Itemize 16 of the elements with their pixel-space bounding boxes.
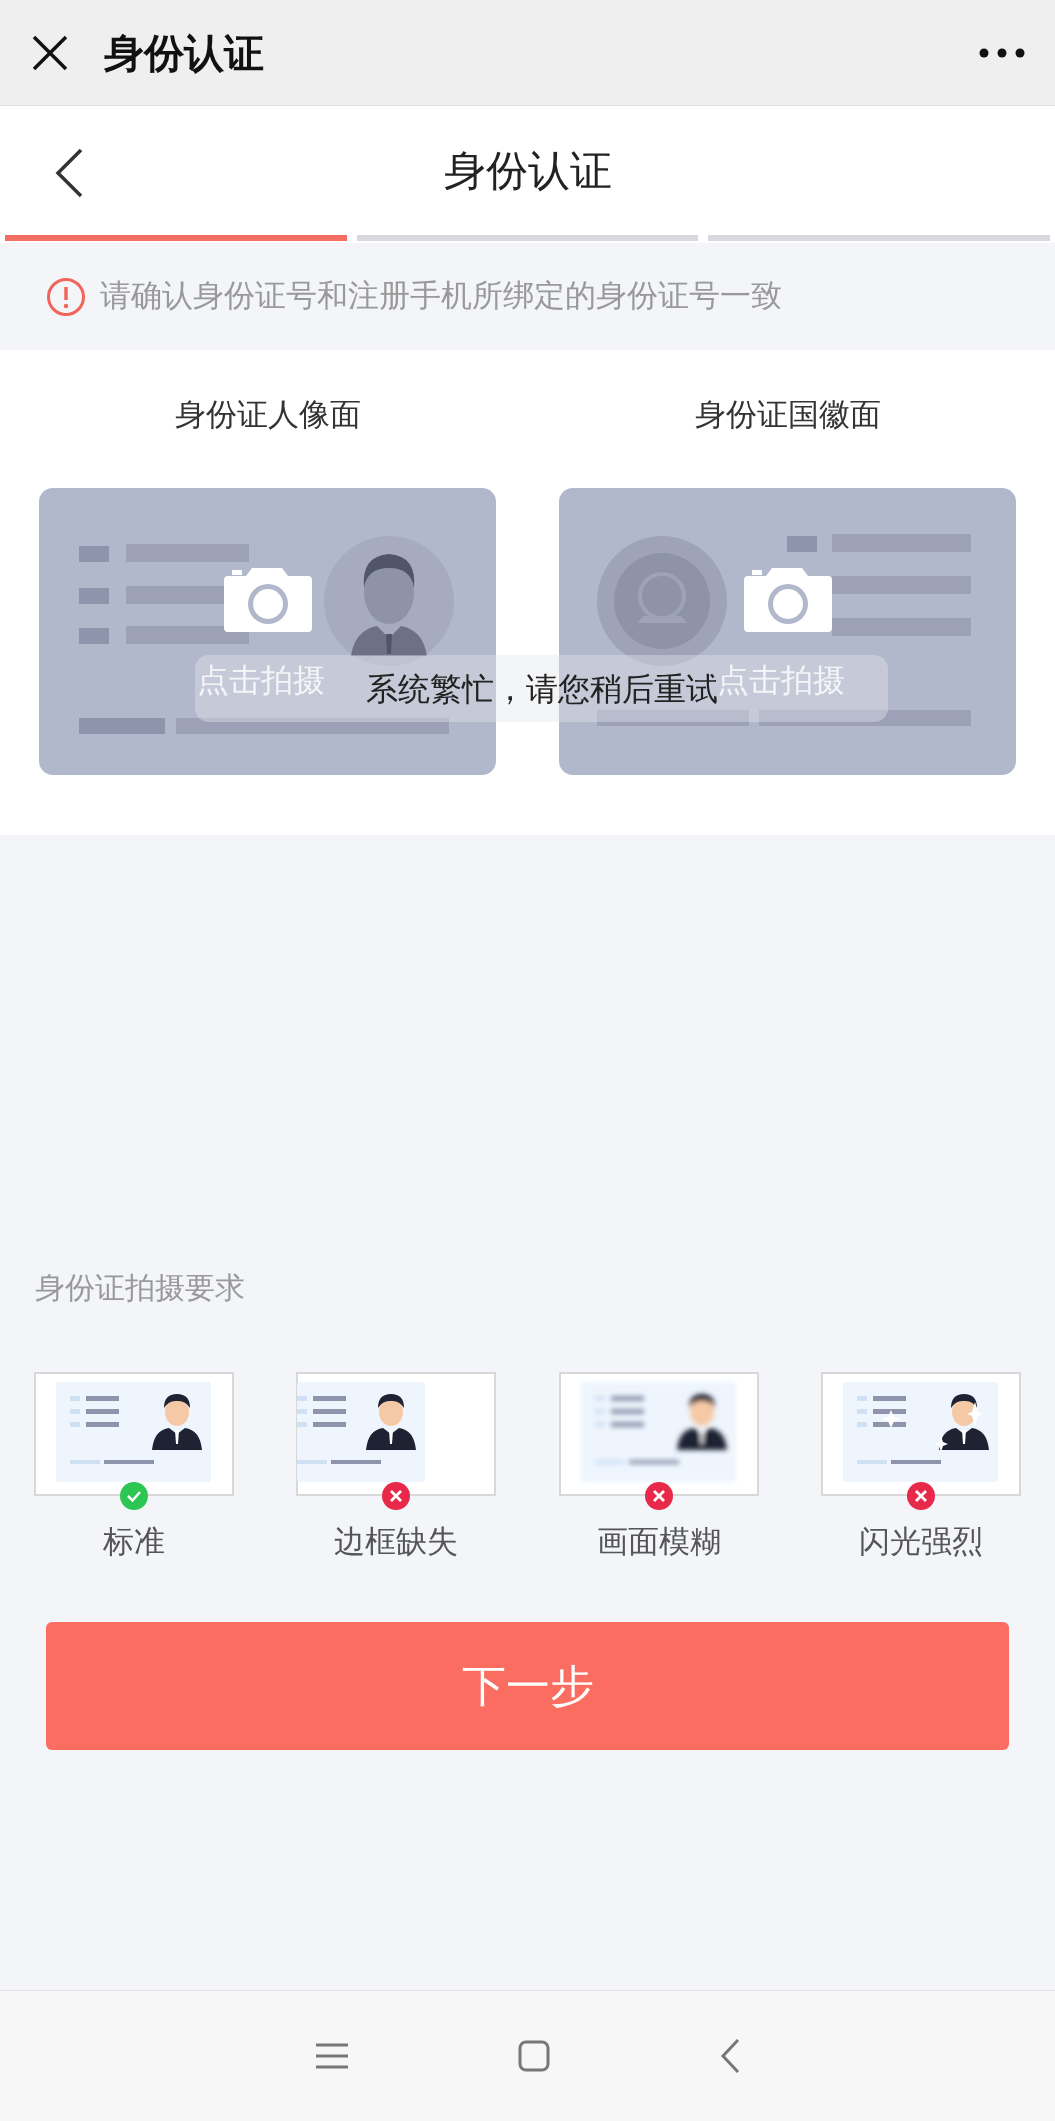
card-label: 身份证人像面 — [174, 396, 361, 434]
home-icon[interactable] — [517, 2040, 550, 2072]
card-label: 身份证国徽面 — [694, 396, 881, 434]
requirement-label: 闪光强烈 — [859, 1523, 983, 1561]
page-title: 身份认证 — [443, 146, 612, 196]
requirement-label: 标准 — [103, 1523, 165, 1561]
requirement-label: 画面模糊 — [596, 1523, 721, 1561]
warning-icon — [46, 276, 86, 317]
back-icon[interactable] — [54, 148, 84, 198]
more-icon[interactable] — [979, 47, 1025, 58]
section-title: 身份证拍摄要求 — [35, 1270, 245, 1306]
notice-text: 请确认身份证号和注册手机所绑定的身份证号一致 — [100, 277, 782, 316]
requirement-label: 边框缺失 — [334, 1523, 459, 1561]
menu-icon[interactable] — [315, 2042, 348, 2070]
next-button[interactable]: 下一步 — [46, 1622, 1009, 1750]
window-title: 身份认证 — [104, 29, 264, 77]
